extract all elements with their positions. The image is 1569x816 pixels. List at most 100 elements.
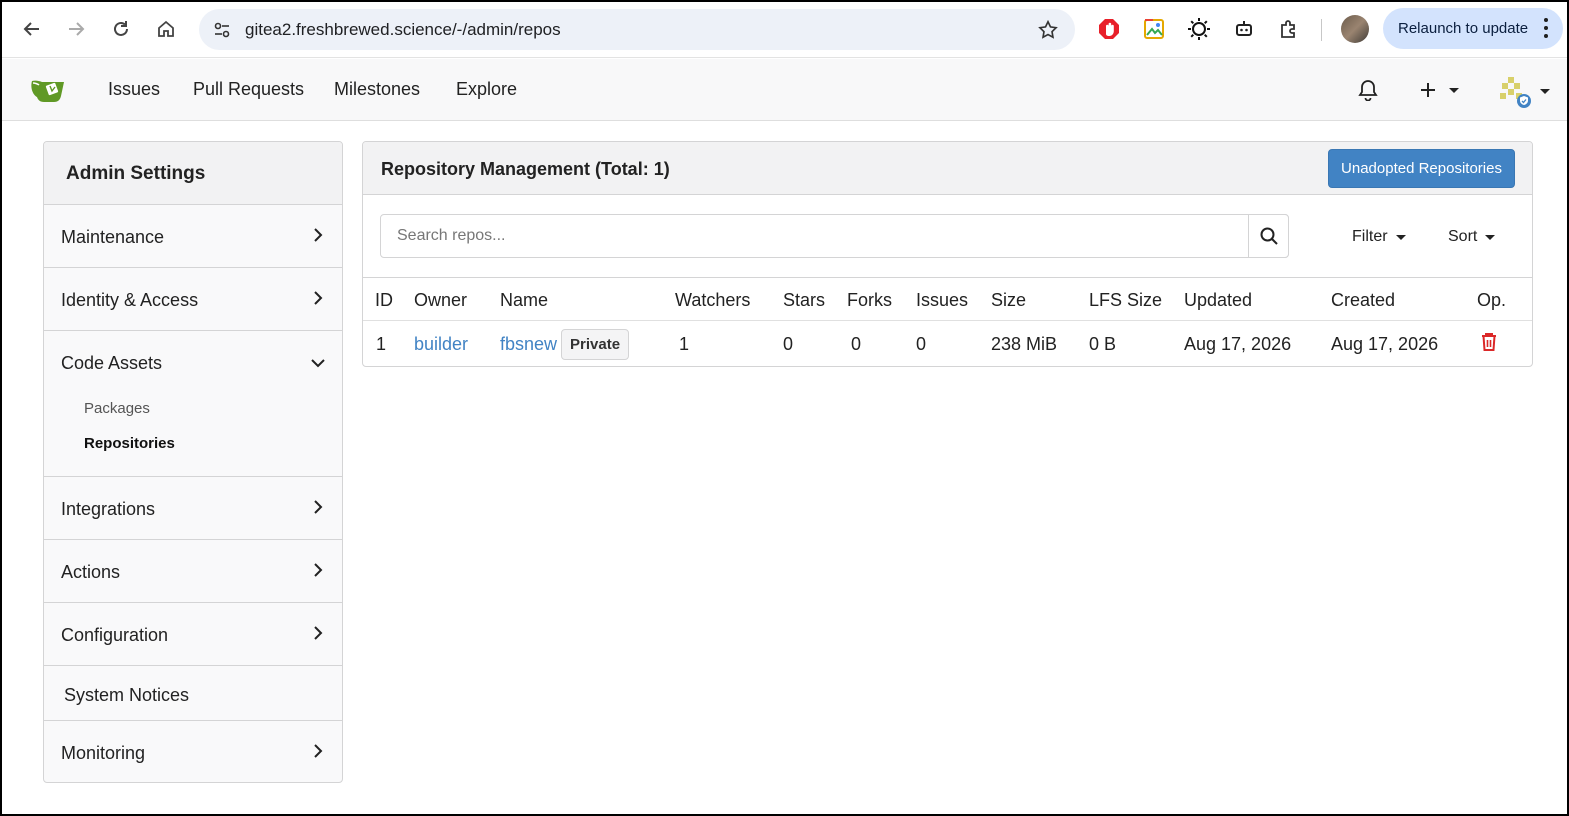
- sidebar-item-label: Actions: [61, 562, 121, 582]
- repo-name-link[interactable]: fbsnew: [500, 334, 557, 354]
- plus-icon: [1421, 83, 1435, 97]
- repo-issues: 0: [916, 333, 927, 354]
- robot-extension-icon[interactable]: [1230, 15, 1258, 43]
- site-info-icon[interactable]: [207, 15, 237, 45]
- sidebar-item-label: Code Assets: [61, 353, 163, 373]
- chevron-down-icon: [1540, 88, 1550, 94]
- gitea-logo[interactable]: [30, 75, 70, 105]
- repo-created: Aug 17, 2026: [1331, 333, 1439, 354]
- search-input[interactable]: [381, 215, 1289, 257]
- repo-size: 238 MiB: [991, 333, 1058, 354]
- nav-pull-requests[interactable]: Pull Requests: [193, 79, 304, 100]
- sidebar-item-actions[interactable]: Actions: [44, 540, 342, 603]
- repository-management-panel: Repository Management (Total: 1) Unadopt…: [362, 141, 1533, 367]
- browser-menu-icon[interactable]: [1543, 18, 1549, 38]
- sidebar-item-label: System Notices: [64, 685, 190, 705]
- gitea-navbar: Issues Pull Requests Milestones Explore: [2, 59, 1567, 121]
- column-header-id[interactable]: ID: [363, 279, 414, 321]
- table-header-row: ID Owner Name Watchers Stars Forks Issue…: [363, 279, 1532, 321]
- repositories-table: ID Owner Name Watchers Stars Forks Issue…: [363, 279, 1532, 366]
- sidebar-subitem-repositories[interactable]: Repositories: [84, 435, 175, 452]
- sidebar-item-identity-access[interactable]: Identity & Access: [44, 268, 342, 331]
- search-box: [380, 214, 1289, 258]
- chevron-right-icon: [314, 291, 323, 305]
- column-header-issues[interactable]: Issues: [916, 279, 991, 321]
- sidebar-item-system-notices[interactable]: System Notices: [44, 666, 342, 721]
- column-header-watchers[interactable]: Watchers: [675, 279, 783, 321]
- chevron-right-icon: [314, 626, 323, 640]
- repo-lfs-size: 0 B: [1089, 333, 1117, 354]
- profile-avatar[interactable]: [1341, 15, 1369, 43]
- sidebar-item-maintenance[interactable]: Maintenance: [44, 205, 342, 268]
- relaunch-to-update-button[interactable]: Relaunch to update: [1383, 8, 1563, 49]
- column-header-stars[interactable]: Stars: [783, 279, 847, 321]
- nav-milestones[interactable]: Milestones: [334, 79, 420, 100]
- sort-dropdown[interactable]: Sort: [1448, 228, 1496, 246]
- image-extension-icon[interactable]: [1140, 15, 1168, 43]
- user-menu[interactable]: [1493, 73, 1553, 109]
- notifications-bell-icon[interactable]: [1356, 78, 1380, 102]
- chevron-right-icon: [314, 744, 323, 758]
- panel-header: Repository Management (Total: 1) Unadopt…: [363, 142, 1532, 195]
- sidebar-item-code-assets[interactable]: Code Assets Packages Repositories: [44, 331, 342, 477]
- chevron-down-icon: [1485, 234, 1496, 240]
- repo-id: 1: [376, 333, 387, 354]
- home-icon[interactable]: [151, 14, 181, 44]
- sidebar-item-label: Maintenance: [61, 227, 165, 247]
- chevron-right-icon: [314, 500, 323, 514]
- bookmark-star-icon[interactable]: [1035, 17, 1061, 43]
- search-icon: [1260, 227, 1278, 245]
- nav-explore[interactable]: Explore: [456, 79, 517, 100]
- column-header-size[interactable]: Size: [991, 279, 1089, 321]
- sidebar-item-label: Configuration: [61, 625, 169, 645]
- table-row: 1 builder fbsnew Private 1 0 0 0 238 MiB …: [363, 320, 1532, 366]
- sidebar-title: Admin Settings: [44, 142, 342, 205]
- column-header-name[interactable]: Name: [500, 279, 675, 321]
- column-header-forks[interactable]: Forks: [847, 279, 916, 321]
- create-new-menu[interactable]: [1415, 78, 1463, 102]
- sidebar-item-label: Identity & Access: [61, 290, 199, 310]
- sidebar-item-integrations[interactable]: Integrations: [44, 477, 342, 540]
- chevron-right-icon: [314, 563, 323, 577]
- page-title: Repository Management (Total: 1): [381, 159, 670, 179]
- address-bar[interactable]: gitea2.freshbrewed.science/-/admin/repos: [199, 9, 1075, 50]
- delete-repo-button[interactable]: [1477, 320, 1532, 366]
- url-text[interactable]: gitea2.freshbrewed.science/-/admin/repos: [245, 20, 561, 40]
- column-header-updated[interactable]: Updated: [1184, 279, 1331, 321]
- user-avatar: [1500, 77, 1531, 108]
- column-header-lfs-size[interactable]: LFS Size: [1089, 279, 1184, 321]
- admin-sidebar: Admin Settings Maintenance Identity & Ac…: [43, 141, 343, 783]
- repo-updated: Aug 17, 2026: [1184, 333, 1292, 354]
- repo-stars: 0: [783, 333, 794, 354]
- column-header-created[interactable]: Created: [1331, 279, 1477, 321]
- filter-dropdown[interactable]: Filter: [1352, 228, 1406, 246]
- nav-issues[interactable]: Issues: [108, 79, 160, 100]
- sort-label: Sort: [1448, 228, 1478, 245]
- sidebar-item-label: Integrations: [61, 499, 156, 519]
- chevron-right-icon: [314, 228, 323, 242]
- search-button[interactable]: [1248, 214, 1289, 258]
- chevron-down-icon: [1395, 234, 1406, 240]
- reload-icon[interactable]: [106, 14, 136, 44]
- unadopted-repositories-button[interactable]: Unadopted Repositories: [1328, 149, 1515, 188]
- column-header-op: Op.: [1477, 279, 1532, 321]
- back-icon[interactable]: [17, 14, 47, 44]
- relaunch-label: Relaunch to update: [1398, 20, 1529, 37]
- sidebar-item-label: Monitoring: [61, 743, 146, 763]
- repo-watchers: 1: [679, 333, 690, 354]
- repo-forks: 0: [851, 333, 862, 354]
- column-header-owner[interactable]: Owner: [414, 279, 500, 321]
- private-badge: Private: [561, 328, 630, 360]
- repo-owner-link[interactable]: builder: [414, 334, 468, 354]
- search-toolbar: Filter Sort: [363, 195, 1532, 278]
- sidebar-subitem-packages[interactable]: Packages: [84, 400, 150, 417]
- screen: gitea2.freshbrewed.science/-/admin/repos…: [0, 0, 1569, 816]
- trash-icon: [1482, 332, 1496, 351]
- browser-toolbar: gitea2.freshbrewed.science/-/admin/repos…: [2, 2, 1567, 58]
- sidebar-item-monitoring[interactable]: Monitoring: [44, 721, 342, 782]
- adblock-extension-icon[interactable]: [1095, 15, 1123, 43]
- forward-icon[interactable]: [61, 14, 91, 44]
- extensions-puzzle-icon[interactable]: [1275, 15, 1303, 43]
- sun-extension-icon[interactable]: [1185, 15, 1213, 43]
- sidebar-item-configuration[interactable]: Configuration: [44, 603, 342, 666]
